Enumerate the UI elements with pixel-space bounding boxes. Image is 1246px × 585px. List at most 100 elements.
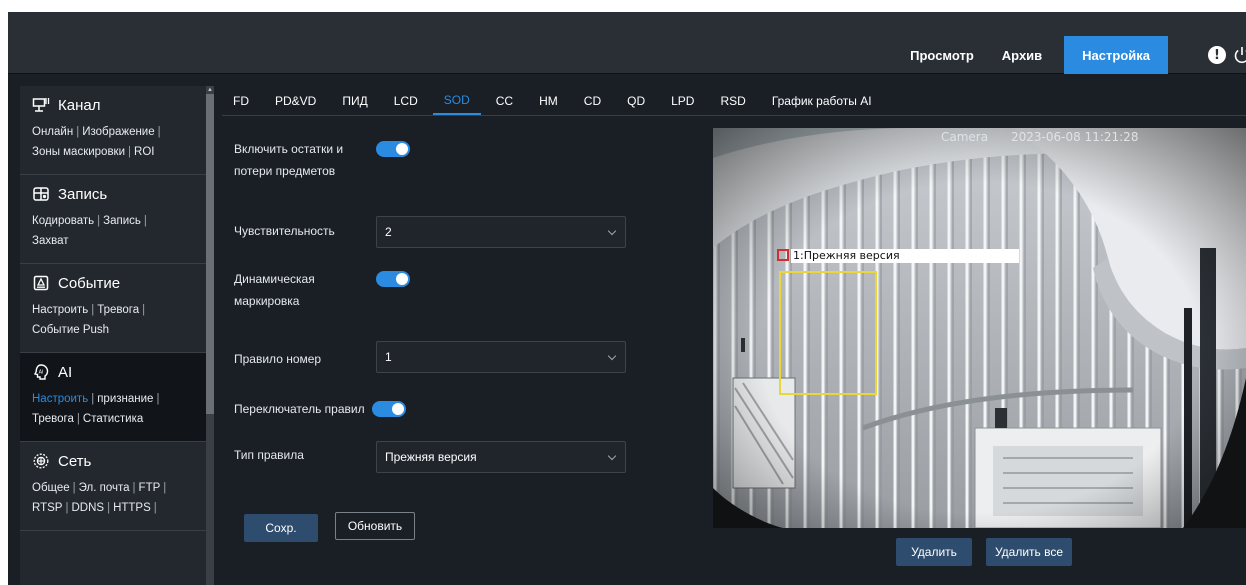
sidebar-link-online[interactable]: Онлайн (32, 126, 73, 138)
sidebar-link-ai-alarm[interactable]: Тревога (32, 413, 74, 425)
sidebar-link-ftp[interactable]: FTP (139, 482, 161, 494)
app-window: Просмотр Архив Настройка ! Канал Онлайн … (8, 12, 1246, 585)
sidebar-link-event-alarm[interactable]: Тревога (97, 304, 139, 316)
nav-preview[interactable]: Просмотр (896, 36, 988, 74)
sidebar-head-channel[interactable]: Канал (32, 96, 196, 114)
rule-type-value: Прежняя версия (385, 450, 477, 464)
sidebar-head-network[interactable]: Сеть (32, 452, 196, 470)
sidebar-link-ai-setup[interactable]: Настроить (32, 393, 88, 405)
sidebar-links-ai: Настроить | признание | Тревога | Статистика (32, 389, 196, 429)
tab-ai-schedule[interactable]: График работы AI (761, 86, 883, 115)
dynamic-marking-toggle[interactable] (376, 271, 410, 287)
dynamic-label-line-2: маркировка (234, 294, 300, 308)
detection-region-box[interactable] (779, 271, 877, 395)
sidebar-link-ai-statistics[interactable]: Статистика (83, 413, 143, 425)
link-separator: | (107, 502, 111, 514)
tab-qd[interactable]: QD (616, 86, 656, 115)
sidebar-link-ddns[interactable]: DDNS (71, 502, 104, 514)
sidebar-link-ai-recognition[interactable]: признание (97, 393, 153, 405)
link-separator: | (153, 502, 157, 514)
scroll-up-icon[interactable]: ▲ (206, 86, 214, 94)
tab-cd[interactable]: CD (573, 86, 612, 115)
rule-type-select[interactable]: Прежняя версия (376, 441, 626, 473)
link-separator: | (76, 126, 80, 138)
sidebar-link-event-setup[interactable]: Настроить (32, 304, 88, 316)
refresh-button[interactable]: Обновить (335, 512, 415, 540)
sidebar-link-privacy-mask[interactable]: Зоны маскировки (32, 146, 125, 158)
sensitivity-label: Чувствительность (234, 224, 335, 238)
nav-archive[interactable]: Архив (988, 36, 1056, 74)
camera-name-osd: Camera (941, 130, 989, 144)
tab-cc[interactable]: CC (485, 86, 524, 115)
link-separator: | (91, 393, 95, 405)
rule-switch-label: Переключатель правил (234, 402, 365, 416)
top-nav: Просмотр Архив Настройка ! (896, 36, 1246, 74)
sidebar-link-recording[interactable]: Запись (103, 215, 141, 227)
row-enable: Включить остатки и потери предметов (234, 138, 410, 182)
tab-lcd[interactable]: LCD (383, 86, 429, 115)
delete-button[interactable]: Удалить (896, 538, 972, 566)
rule-number-label: Правило номер (234, 352, 322, 366)
sidebar-link-image[interactable]: Изображение (82, 126, 154, 138)
link-separator: | (142, 304, 146, 316)
link-separator: | (76, 413, 80, 425)
record-icon (33, 187, 49, 201)
enable-label-line-1: Включить остатки и (234, 142, 344, 156)
rule-type-label: Тип правила (234, 448, 304, 462)
network-icon (33, 453, 49, 469)
link-separator: | (163, 482, 167, 494)
link-separator: | (143, 215, 147, 227)
rule-number-select[interactable]: 1 (376, 341, 626, 373)
sidebar-links-channel: Онлайн | Изображение | Зоны маскировки | ROI (32, 122, 196, 162)
sidebar-head-event[interactable]: Событие (32, 274, 196, 292)
sidebar-head-ai[interactable]: AI AI (32, 363, 196, 381)
link-separator: | (72, 482, 76, 494)
tab-sod[interactable]: SOD (432, 86, 481, 115)
sidebar-link-capture[interactable]: Захват (32, 235, 68, 247)
row-sensitivity: Чувствительность (234, 220, 376, 242)
detection-region-handle[interactable] (777, 249, 789, 261)
save-button[interactable]: Сохр. (244, 514, 318, 542)
enable-label: Включить остатки и потери предметов (234, 138, 376, 182)
detection-region-label: 1:Прежняя версия (791, 249, 1019, 263)
sidebar-scrollbar[interactable]: ▲ (206, 86, 214, 585)
tab-rsd[interactable]: RSD (709, 86, 756, 115)
nav-settings[interactable]: Настройка (1064, 36, 1168, 74)
video-preview[interactable]: Camera 2023-06-08 11:21:28 1:Прежняя вер… (713, 128, 1246, 528)
sensitivity-select[interactable]: 2 (376, 216, 626, 248)
enable-toggle[interactable] (376, 141, 410, 157)
sidebar-link-general[interactable]: Общее (32, 482, 70, 494)
row-dynamic-marking: Динамическая маркировка (234, 268, 410, 312)
sidebar-links-event: Настроить | Тревога | Событие Push (32, 300, 196, 340)
dynamic-marking-label: Динамическая маркировка (234, 268, 376, 312)
channel-icon (32, 98, 50, 112)
rule-number-value: 1 (385, 350, 392, 364)
tab-pdvd[interactable]: PD&VD (264, 86, 327, 115)
tab-pid[interactable]: ПИД (331, 86, 378, 115)
sidebar-section-network: Сеть Общее | Эл. почта | FTP | RTSP | DDNS | HTTP… (20, 442, 206, 531)
power-icon[interactable] (1234, 46, 1246, 64)
sidebar-title-network: Сеть (58, 452, 92, 470)
sidebar-link-encode[interactable]: Кодировать (32, 215, 94, 227)
tab-hm[interactable]: HM (528, 86, 569, 115)
sidebar-links-record: Кодировать | Запись | Захват (32, 211, 196, 251)
delete-all-button[interactable]: Удалить все (986, 538, 1072, 566)
link-separator: | (132, 482, 136, 494)
sidebar-head-record[interactable]: Запись (32, 185, 196, 203)
sidebar-section-event: Событие Настроить | Тревога | Событие Push (20, 264, 206, 353)
rule-switch-toggle[interactable] (372, 401, 406, 417)
sidebar-link-https[interactable]: HTTPS (113, 502, 151, 514)
sidebar-link-event-push[interactable]: Событие Push (32, 324, 109, 336)
ai-tabs: FD PD&VD ПИД LCD SOD CC HM CD QD LPD RSD… (222, 86, 1246, 116)
tab-lpd[interactable]: LPD (660, 86, 705, 115)
link-separator: | (97, 215, 101, 227)
sidebar-link-email[interactable]: Эл. почта (79, 482, 130, 494)
chevron-down-icon (607, 226, 617, 236)
sidebar-link-roi[interactable]: ROI (134, 146, 154, 158)
sidebar-title-record: Запись (58, 185, 108, 203)
tab-fd[interactable]: FD (222, 86, 260, 115)
sidebar-link-rtsp[interactable]: RTSP (32, 502, 62, 514)
alert-icon[interactable]: ! (1208, 46, 1226, 64)
sidebar-title-event: Событие (58, 274, 121, 292)
sidebar-scroll-thumb[interactable] (206, 94, 214, 414)
